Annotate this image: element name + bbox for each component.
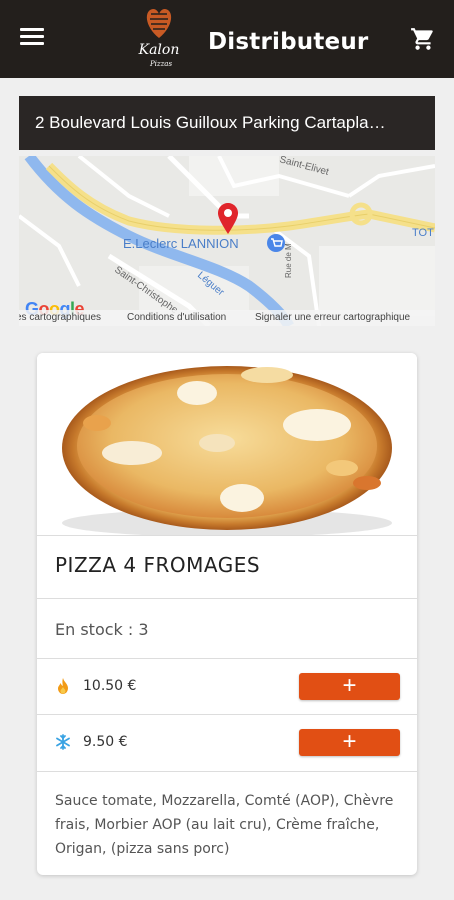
report-error-link[interactable]: Signaler une erreur cartographique [255, 310, 410, 326]
price-frozen: 9.50 € [83, 734, 128, 750]
shopping-cart-icon[interactable] [410, 26, 436, 52]
add-frozen-button[interactable]: + [299, 729, 400, 756]
map-attribution-bar: es cartographiques Conditions d'utilisat… [19, 310, 435, 326]
snowflake-icon [55, 733, 71, 751]
divider [37, 771, 417, 772]
map-data-link[interactable]: es cartographiques [19, 310, 101, 326]
street-label-rue: Rue de M [284, 243, 293, 278]
price-row-hot: 10.50 € + [37, 659, 417, 715]
address-field[interactable]: 2 Boulevard Louis Guilloux Parking Carta… [19, 96, 435, 150]
price-hot: 10.50 € [83, 678, 137, 694]
stock-label: En stock : 3 [55, 620, 149, 639]
map-view[interactable]: Saint-Elivet Saint-Christophe Léguer Rue… [19, 156, 435, 326]
street-label-tot: TOT [412, 227, 434, 239]
logo-text: Kalon [138, 42, 180, 58]
shopping-place-icon[interactable] [267, 234, 285, 252]
product-description: Sauce tomate, Mozzarella, Comté (AOP), C… [55, 793, 394, 857]
divider [37, 535, 417, 536]
product-card: PIZZA 4 FROMAGES En stock : 3 10.50 € + [37, 353, 417, 875]
kalon-logo: Kalon Pizzas [136, 4, 182, 72]
top-app-bar: Kalon Pizzas Distributeur [0, 0, 454, 78]
hamburger-menu-icon[interactable] [20, 28, 44, 48]
place-label: E.Leclerc LANNION [123, 236, 239, 251]
page-title: Distributeur [208, 29, 369, 55]
divider [37, 598, 417, 599]
flame-icon [55, 677, 71, 695]
product-image [37, 353, 417, 535]
terms-link[interactable]: Conditions d'utilisation [127, 310, 226, 326]
product-name: PIZZA 4 FROMAGES [55, 553, 261, 577]
logo-subtext: Pizzas [149, 60, 172, 68]
price-row-frozen: 9.50 € + [37, 715, 417, 771]
add-hot-button[interactable]: + [299, 673, 400, 700]
